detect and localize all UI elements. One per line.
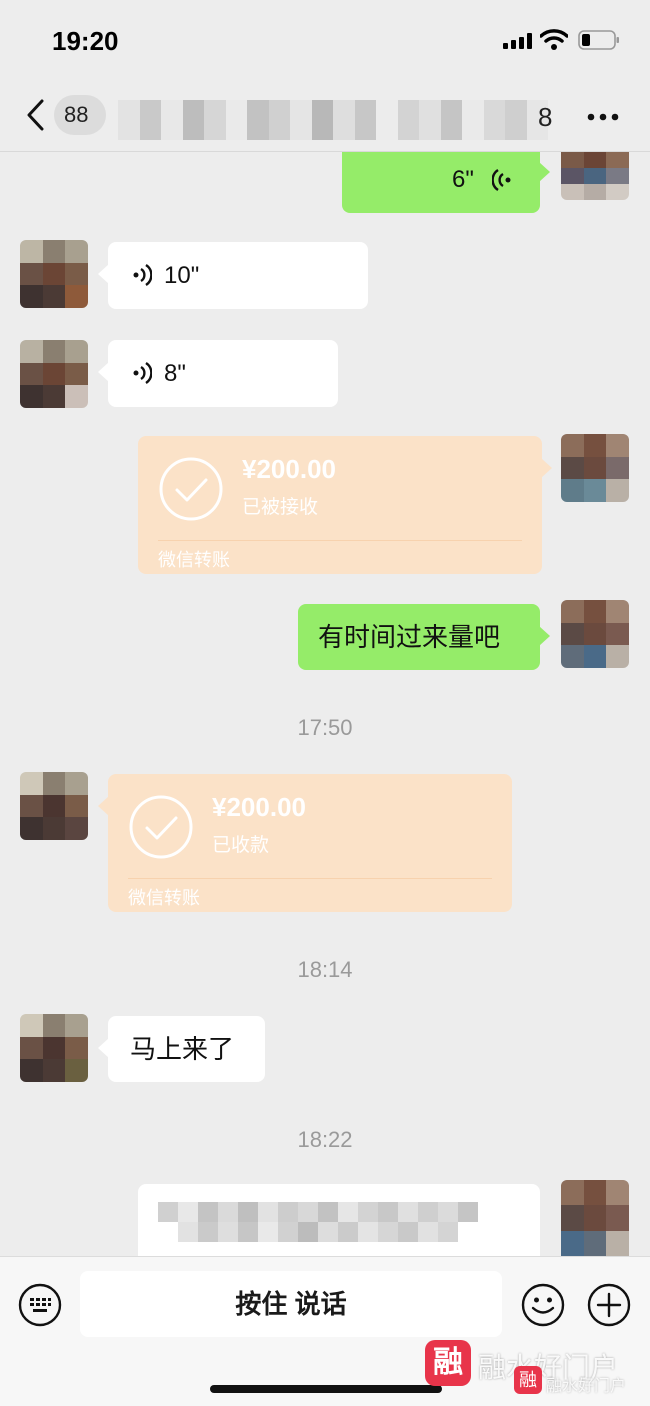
voice-duration: 10" — [164, 262, 200, 289]
voice-duration: 6" — [452, 166, 474, 193]
incoming-transfer-card[interactable]: ¥200.00 已收款 微信转账 — [98, 774, 512, 912]
status-bar: 19:20 — [0, 0, 650, 80]
hold-to-talk-button[interactable]: 按住 说话 — [80, 1271, 502, 1337]
more-options-icon[interactable] — [586, 112, 620, 122]
voice-wave-icon — [133, 264, 152, 286]
my-avatar[interactable] — [561, 152, 629, 200]
transfer-status: 已被接收 — [242, 497, 319, 518]
back-chevron-icon[interactable] — [24, 98, 46, 132]
my-avatar[interactable] — [561, 434, 629, 502]
unread-count-badge[interactable]: 88 — [54, 95, 106, 135]
check-circle-icon — [129, 795, 193, 859]
voice-duration: 8" — [164, 360, 186, 387]
incoming-text-message[interactable]: 马上来了 — [98, 1016, 265, 1082]
my-avatar[interactable] — [561, 1180, 629, 1256]
transfer-amount: ¥200.00 — [212, 792, 306, 822]
message-text: 有时间过来量吧 — [318, 622, 501, 652]
message-text: 马上来了 — [130, 1034, 235, 1064]
outgoing-text-message[interactable]: 有时间过来量吧 — [298, 604, 550, 670]
contact-avatar[interactable] — [20, 772, 88, 840]
transfer-amount: ¥200.00 — [242, 454, 336, 484]
voice-wave-icon — [133, 362, 152, 384]
chat-timestamp: 18:22 — [297, 1127, 353, 1152]
cellular-signal-icon — [503, 33, 532, 49]
keyboard-toggle-icon[interactable] — [18, 1283, 62, 1327]
outgoing-transfer-card[interactable]: ¥200.00 已被接收 微信转账 — [138, 436, 552, 574]
more-functions-plus-icon[interactable] — [587, 1283, 631, 1327]
outgoing-pixelated-message[interactable] — [138, 1184, 540, 1256]
check-circle-icon — [159, 457, 223, 521]
incoming-voice-message[interactable]: 8" — [98, 340, 338, 407]
incoming-voice-message[interactable]: 10" — [98, 242, 368, 309]
watermark-logo: 融 — [425, 1340, 471, 1386]
status-time: 19:20 — [52, 26, 119, 56]
voice-wave-icon — [492, 169, 511, 191]
chat-timestamp: 18:14 — [297, 957, 353, 982]
transfer-divider — [158, 540, 522, 541]
transfer-divider — [128, 878, 492, 879]
chat-title-pixelated — [118, 100, 548, 140]
home-indicator[interactable] — [210, 1385, 442, 1393]
contact-avatar[interactable] — [20, 340, 88, 408]
outgoing-voice-message[interactable]: 6" — [342, 152, 550, 213]
transfer-footer: 微信转账 — [128, 888, 200, 908]
transfer-status: 已收款 — [212, 835, 270, 856]
transfer-footer: 微信转账 — [158, 550, 230, 570]
chat-header: 88 8 — [0, 80, 650, 152]
battery-icon — [578, 30, 619, 50]
emoji-icon[interactable] — [521, 1283, 565, 1327]
chat-title-visible-part: 8 — [538, 102, 553, 132]
wifi-icon — [540, 29, 568, 50]
my-avatar[interactable] — [561, 600, 629, 668]
watermark-text-small: 融水好门户 — [546, 1378, 627, 1395]
contact-avatar[interactable] — [20, 1014, 88, 1082]
chat-timestamp: 17:50 — [297, 715, 353, 740]
watermark-logo-small: 融 — [514, 1366, 542, 1394]
contact-avatar[interactable] — [20, 240, 88, 308]
